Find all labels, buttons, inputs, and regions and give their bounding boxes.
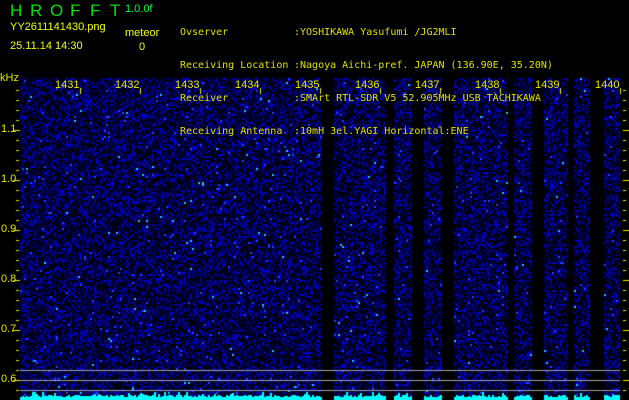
filename: YY2611141430.png bbox=[10, 21, 106, 33]
time-label: 1434 bbox=[235, 79, 259, 91]
info-location: Receiving Location:Nagoya Aichi-pref. JA… bbox=[180, 60, 553, 71]
title-letter: O bbox=[50, 1, 70, 21]
title-letter: F bbox=[70, 1, 90, 21]
y-unit-label: kHz bbox=[0, 72, 19, 84]
time-label: 1436 bbox=[355, 79, 379, 91]
time-label: 1435 bbox=[295, 79, 319, 91]
y-tick-label: 0.8 bbox=[1, 273, 16, 285]
time-label: 1431 bbox=[55, 79, 79, 91]
y-tick-label: 0.6 bbox=[1, 373, 16, 385]
meteor-count: 0 bbox=[139, 41, 145, 53]
y-tick-label: 1.0 bbox=[1, 173, 16, 185]
y-tick-label: 0.7 bbox=[1, 323, 16, 335]
version-label: 1.0.0f bbox=[125, 3, 153, 15]
title-letter: R bbox=[30, 1, 50, 21]
time-label: 1437 bbox=[415, 79, 439, 91]
time-label: 1433 bbox=[175, 79, 199, 91]
meteor-label: meteor bbox=[125, 27, 159, 39]
time-label: 1440 bbox=[595, 79, 619, 91]
time-label: 1439 bbox=[535, 79, 559, 91]
info-observer: Ovserver:YOSHIKAWA Yasufumi /JG2MLI bbox=[180, 27, 553, 38]
datetime: 25.11.14 14:30 bbox=[10, 40, 83, 52]
app-title: HROFFT bbox=[10, 1, 130, 21]
title-letter: H bbox=[10, 1, 30, 21]
station-info: Ovserver:YOSHIKAWA Yasufumi /JG2MLI Rece… bbox=[180, 5, 553, 148]
info-antenna: Receiving Antenna:10mH 3el.YAGI Horizont… bbox=[180, 126, 553, 137]
time-label: 1432 bbox=[115, 79, 139, 91]
info-receiver: Receiver:SMArt RTL-SDR V5 52.905MHz USB … bbox=[180, 93, 553, 104]
y-tick-label: 1.1 bbox=[1, 123, 16, 135]
title-letter: F bbox=[90, 1, 110, 21]
y-tick-label: 0.9 bbox=[1, 223, 16, 235]
time-label: 1438 bbox=[475, 79, 499, 91]
